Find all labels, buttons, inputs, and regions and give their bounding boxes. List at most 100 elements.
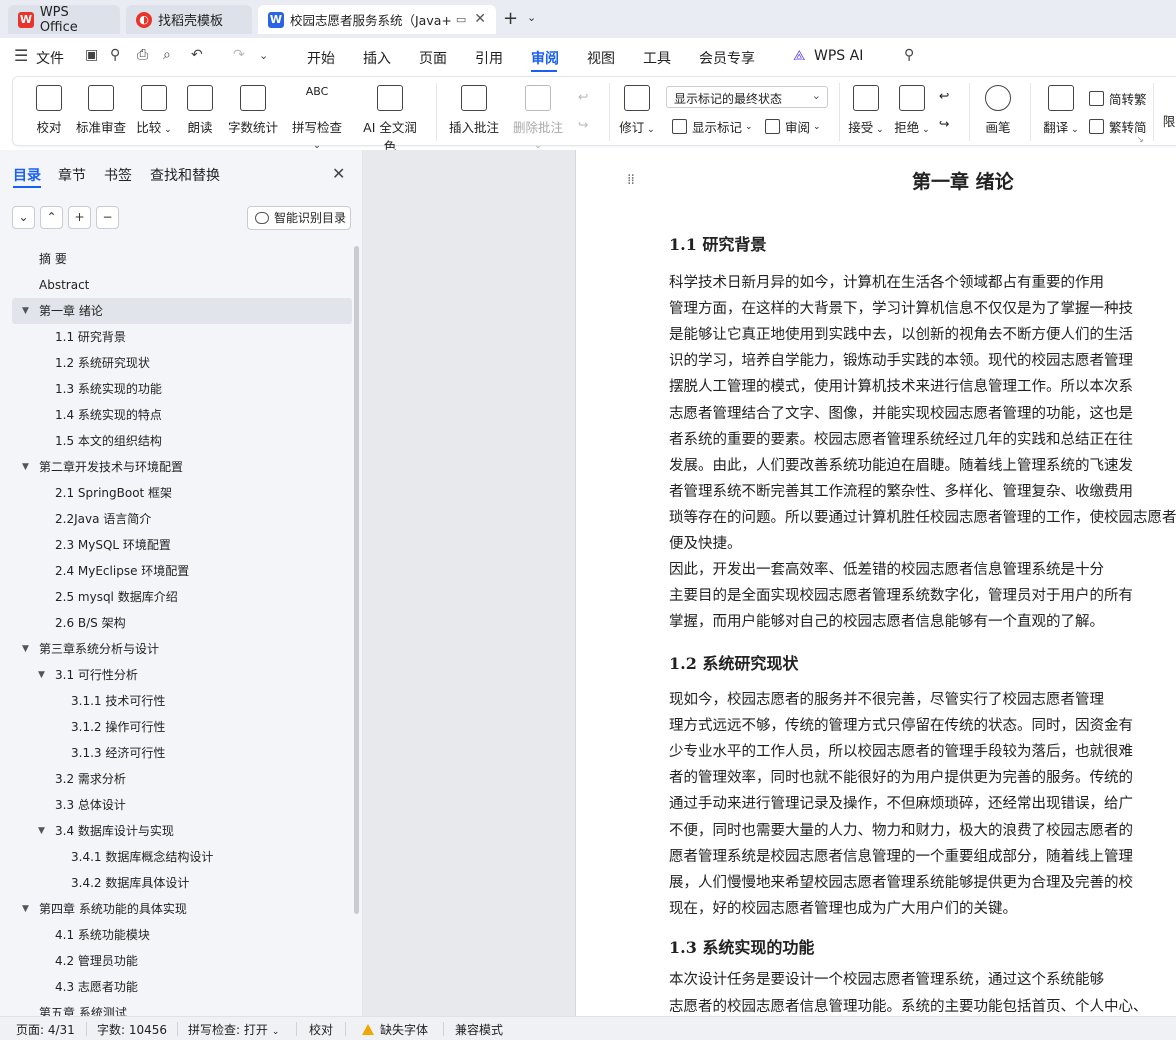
review-pane-button[interactable]: 审阅 ⌄ [765,117,821,136]
new-tab-icon[interactable]: + [503,8,518,29]
expand-triangle-icon[interactable]: ▼ [22,454,29,480]
dialog-launcher-icon[interactable]: ↘ [1137,135,1144,144]
toc-item[interactable]: 1.2 系统研究现状 [12,350,352,376]
menu-review[interactable]: 审阅 [531,48,559,68]
proofread-status[interactable]: 校对 [309,1021,333,1038]
tab-find-replace[interactable]: 查找和替换 [150,165,220,185]
toc-item[interactable]: 2.2Java 语言简介 [12,506,352,532]
word-count-button[interactable]: 字数统计 [227,85,279,136]
close-panel-icon[interactable]: ✕ [332,164,345,183]
more-chevron-icon[interactable]: ⌄ [259,49,275,65]
menu-tools[interactable]: 工具 [643,48,671,68]
ai-polish-button[interactable]: AI 全文润色 [357,85,423,155]
print-icon[interactable]: ⎙ [137,47,153,63]
tab-document[interactable]: W 校园志愿者服务系统（Java+ ▭ ✕ [258,5,496,34]
pen-button[interactable]: 画笔 [983,85,1013,136]
remove-toc-item-button[interactable]: − [96,206,119,229]
expand-triangle-icon[interactable]: ▼ [38,662,45,688]
track-changes-button[interactable]: 修订 ⌄ [619,85,655,136]
tab-docer[interactable]: ◐ 找稻壳模板 [126,5,252,34]
menu-wps-ai[interactable]: WPS AI [814,48,863,64]
tab-toc[interactable]: 目录 [13,165,41,185]
hamburger-icon[interactable]: ☰ [14,46,30,65]
restrict-button[interactable]: 限 [1159,111,1176,130]
toc-item[interactable]: Abstract [12,272,352,298]
spell-check-status[interactable]: 拼写检查: 打开 ⌄ [188,1021,279,1038]
toc-item[interactable]: 2.3 MySQL 环境配置 [12,532,352,558]
toc-item[interactable]: 1.4 系统实现的特点 [12,402,352,428]
standard-review-button[interactable]: 标准审查 [75,85,127,136]
toc-item[interactable]: 3.1.2 操作可行性 [12,714,352,740]
to-simplified-button[interactable]: 繁转简 [1089,117,1147,136]
toc-item[interactable]: ▼ 第三章系统分析与设计 [12,636,352,662]
toc-item[interactable]: ▼ 3.4 数据库设计与实现 [12,818,352,844]
menu-references[interactable]: 引用 [475,48,503,68]
toc-item[interactable]: ▼ 第一章 绪论 [12,298,352,324]
chevron-down-icon[interactable]: ⌄ [527,11,536,24]
drag-handle-icon[interactable]: ⁞⁞ [627,173,635,187]
toc-item[interactable]: 1.5 本文的组织结构 [12,428,352,454]
menu-insert[interactable]: 插入 [363,48,391,68]
menu-view[interactable]: 视图 [587,48,615,68]
markup-display-select[interactable]: 显示标记的最终状态 ⌄ [666,86,828,108]
expand-triangle-icon[interactable]: ▼ [22,298,29,324]
menu-page[interactable]: 页面 [419,48,447,68]
prev-change-icon[interactable]: ↩ [939,88,949,103]
tab-wps-office[interactable]: W WPS Office [8,5,120,35]
toc-item[interactable]: ▼ 第四章 系统功能的具体实现 [12,896,352,922]
toc-item[interactable]: 4.3 志愿者功能 [12,974,352,1000]
proofread-button[interactable]: 校对 [33,85,65,136]
to-traditional-button[interactable]: 简转繁 [1089,89,1147,108]
toc-item[interactable]: ▼ 第二章开发技术与环境配置 [12,454,352,480]
toc-item[interactable]: 3.4.2 数据库具体设计 [12,870,352,896]
toc-item[interactable]: 2.1 SpringBoot 框架 [12,480,352,506]
toc-item[interactable]: 4.1 系统功能模块 [12,922,352,948]
accept-button[interactable]: 接受 ⌄ [847,85,885,136]
show-markup-button[interactable]: 显示标记 ⌄ [672,117,753,136]
toc-item[interactable]: 3.1.3 经济可行性 [12,740,352,766]
next-comment-icon[interactable]: ↪ [578,117,588,132]
missing-font-status[interactable]: 缺失字体 [362,1021,428,1038]
toc-item[interactable]: 1.1 研究背景 [12,324,352,350]
reject-button[interactable]: 拒绝 ⌄ [893,85,931,136]
expand-triangle-icon[interactable]: ▼ [22,896,29,922]
toc-item[interactable]: 1.3 系统实现的功能 [12,376,352,402]
delete-comment-button[interactable]: 删除批注 ⌄ [509,85,567,151]
close-tab-icon[interactable]: ✕ [474,11,486,27]
page-indicator[interactable]: 页面: 4/31 [16,1021,75,1038]
toc-item[interactable]: 4.2 管理员功能 [12,948,352,974]
expand-triangle-icon[interactable]: ▼ [38,818,45,844]
add-toc-item-button[interactable]: + [68,206,91,229]
spell-check-button[interactable]: ABC 拼写检查 ⌄ [287,85,347,151]
search-icon[interactable]: ⚲ [904,47,920,63]
menu-home[interactable]: 开始 [307,48,335,68]
insert-comment-button[interactable]: 插入批注 [449,85,499,136]
compare-button[interactable]: 比较 ⌄ [135,85,173,136]
collapse-up-button[interactable]: ⌃ [40,206,63,229]
read-aloud-button[interactable]: 朗读 [185,85,215,136]
save-icon[interactable]: ▣ [85,47,101,63]
translate-button[interactable]: 翻译 ⌄ [1041,85,1081,136]
next-change-icon[interactable]: ↪ [939,116,949,131]
menu-file[interactable]: 文件 [36,48,64,68]
toc-item[interactable]: 3.1.1 技术可行性 [12,688,352,714]
panel-scrollbar[interactable] [354,246,359,914]
undo-icon[interactable]: ↶ [191,47,207,63]
expand-triangle-icon[interactable]: ▼ [22,636,29,662]
print-preview-icon[interactable]: ⌕ [163,47,179,63]
word-count[interactable]: 字数: 10456 [97,1021,167,1038]
link-icon[interactable]: ⚲ [110,47,126,63]
toc-item[interactable]: 2.4 MyEclipse 环境配置 [12,558,352,584]
prev-comment-icon[interactable]: ↩ [578,89,588,104]
tab-sections[interactable]: 章节 [58,165,86,185]
toc-item[interactable]: 3.3 总体设计 [12,792,352,818]
toc-item[interactable]: ▼ 3.1 可行性分析 [12,662,352,688]
toc-item[interactable]: 摘 要 [12,246,352,272]
redo-icon[interactable]: ↷ [233,47,249,63]
toc-item[interactable]: 3.4.1 数据库概念结构设计 [12,844,352,870]
expand-down-button[interactable]: ⌄ [12,206,35,229]
tab-bookmarks[interactable]: 书签 [104,165,132,185]
toc-item[interactable]: 2.5 mysql 数据库介绍 [12,584,352,610]
menu-member[interactable]: 会员专享 [699,48,755,68]
smart-toc-button[interactable]: 智能识别目录 [247,206,351,230]
